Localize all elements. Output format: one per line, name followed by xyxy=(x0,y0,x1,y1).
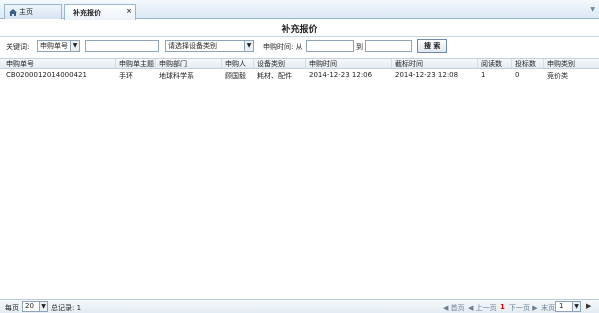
column-header[interactable]: 截标时间 xyxy=(392,59,478,68)
prev-page-link[interactable]: ◀ 上一页 xyxy=(468,303,497,313)
column-header[interactable]: 申购部门 xyxy=(156,59,222,68)
page-size-select[interactable]: 20 ▼ xyxy=(22,301,48,312)
column-header[interactable]: 投标数 xyxy=(512,59,544,68)
table-cell: 2014-12-23 12:08 xyxy=(395,71,459,79)
keyword-input[interactable] xyxy=(85,40,159,52)
page-number-value: 1 xyxy=(559,302,564,310)
tab-active-label: 补充报价 xyxy=(73,8,101,17)
tab-home[interactable]: 主页 xyxy=(4,4,62,19)
table-cell: 0 xyxy=(515,71,520,79)
home-icon xyxy=(9,8,17,16)
tab-bar: 主页 补充报价 × ▼ xyxy=(0,0,599,20)
table-cell: 顾国毅 xyxy=(225,72,246,80)
page-number-select[interactable]: 1 ▼ xyxy=(555,301,581,312)
chevron-down-icon: ▼ xyxy=(70,41,79,51)
column-header[interactable]: 申购单主题 xyxy=(116,59,156,68)
page-size-value: 20 xyxy=(25,302,34,310)
table-cell: CB0200012014000421 xyxy=(6,71,87,79)
column-header[interactable]: 设备类别 xyxy=(254,59,306,68)
go-page-icon[interactable]: ▶ xyxy=(586,302,591,310)
date-to-input[interactable] xyxy=(365,40,412,52)
current-page: 1 xyxy=(500,303,505,311)
time-to-label: 到 xyxy=(356,43,363,51)
chevron-down-icon: ▼ xyxy=(572,302,580,311)
column-header[interactable]: 申购类别 xyxy=(544,59,594,68)
first-page-link[interactable]: ◀ 首页 xyxy=(443,303,465,313)
table-cell: 竞价类 xyxy=(547,72,568,80)
table-cell: 地球科学系 xyxy=(159,72,194,80)
time-from-label: 申购时间: 从 xyxy=(263,43,303,51)
close-icon[interactable]: × xyxy=(126,7,132,15)
search-button[interactable]: 搜 索 xyxy=(417,39,448,53)
column-header[interactable]: 申购时间 xyxy=(306,59,392,68)
equipment-category-select[interactable]: 请选择设备类别 ▼ xyxy=(165,40,254,52)
chevron-down-icon: ▼ xyxy=(39,302,47,311)
chevron-down-icon: ▼ xyxy=(244,41,253,51)
column-header[interactable]: 阅读数 xyxy=(478,59,512,68)
tab-scroll-icon[interactable]: ▼ xyxy=(590,6,595,13)
table-cell: 2014-12-23 12:06 xyxy=(309,71,373,79)
page-title: 补充报价 xyxy=(281,25,318,35)
tab-home-label: 主页 xyxy=(19,8,33,16)
keyword-type-value: 申购单号 xyxy=(40,42,68,50)
pagination-bar: 每页 20 ▼ 总记录: 1 ◀ 首页 ◀ 上一页 1 下一页 ▶ 末页 ▶| … xyxy=(0,299,599,313)
date-from-input[interactable] xyxy=(306,40,354,52)
equipment-category-value: 请选择设备类别 xyxy=(168,42,217,50)
table-cell: 1 xyxy=(481,71,486,79)
keyword-label: 关键词: xyxy=(6,43,30,51)
data-grid: 申购单号 申购单主题 申购部门 申购人 设备类别 申购时间 截标时间 阅读数 投… xyxy=(0,58,599,80)
table-row[interactable]: CB0200012014000421 手环 地球科学系 顾国毅 耗材、配件 20… xyxy=(0,69,599,80)
tab-supplementary-quote[interactable]: 补充报价 × xyxy=(64,4,136,20)
title-divider xyxy=(0,36,599,37)
total-records: 总记录: 1 xyxy=(51,304,82,312)
table-cell: 手环 xyxy=(119,72,133,80)
keyword-type-select[interactable]: 申购单号 ▼ xyxy=(37,40,80,52)
column-header[interactable]: 申购单号 xyxy=(3,59,116,68)
search-bar: 关键词: 申购单号 ▼ 请选择设备类别 ▼ 申购时间: 从 到 搜 索 xyxy=(0,38,599,55)
column-header[interactable]: 申购人 xyxy=(222,59,254,68)
per-page-label: 每页 xyxy=(5,304,19,312)
table-cell: 耗材、配件 xyxy=(257,72,292,80)
grid-header: 申购单号 申购单主题 申购部门 申购人 设备类别 申购时间 截标时间 阅读数 投… xyxy=(0,58,599,69)
next-page-link[interactable]: 下一页 ▶ xyxy=(509,303,538,313)
